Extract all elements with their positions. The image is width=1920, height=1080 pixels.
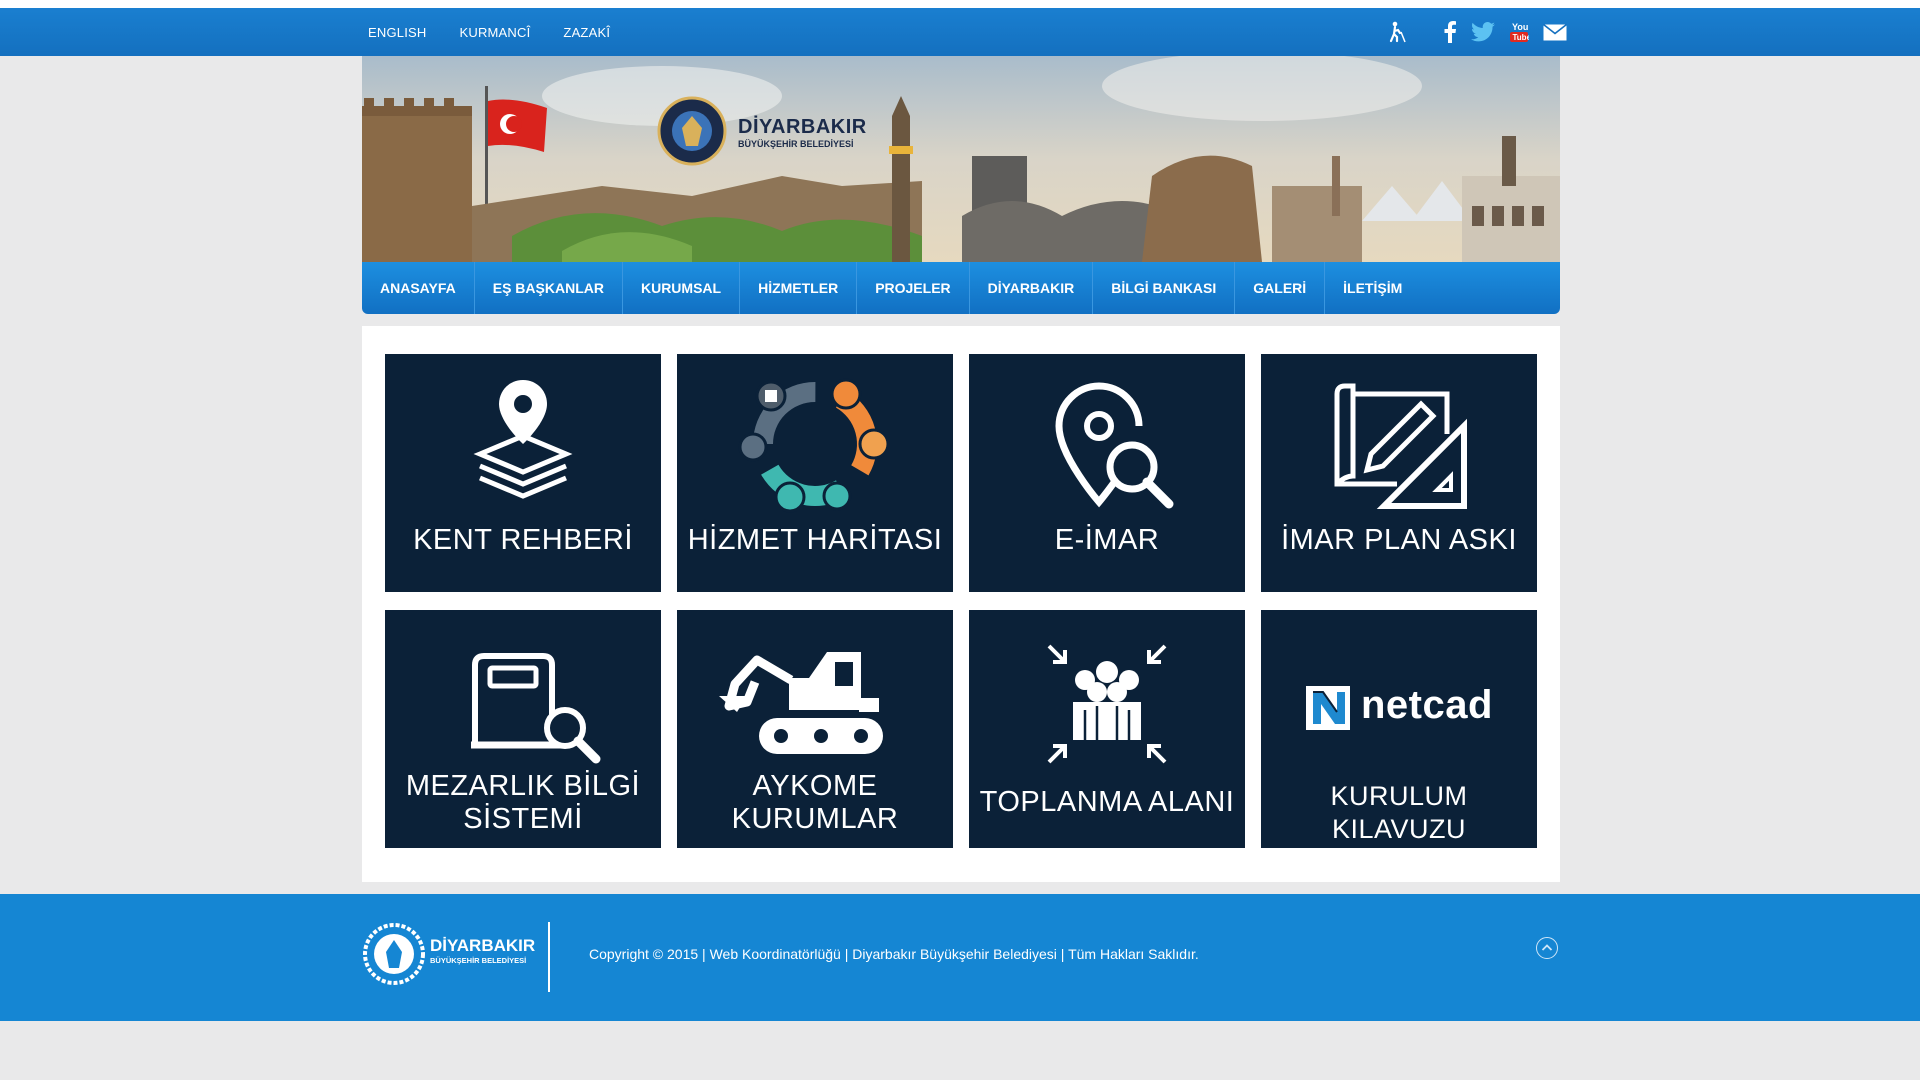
nav-item-bilgi-bankasi[interactable]: BİLGİ BANKASI — [1093, 262, 1236, 314]
nav-item-projeler[interactable]: PROJELER — [857, 262, 970, 314]
tile-toplanma-alani[interactable]: TOPLANMA ALANI — [969, 610, 1245, 848]
svg-text:Tube: Tube — [1513, 33, 1530, 42]
nav-item-iletisim[interactable]: İLETİŞİM — [1325, 262, 1420, 314]
footer-logo-title: DİYARBAKIR — [430, 936, 536, 955]
city-panorama-image — [362, 56, 1560, 262]
tile-label-line2: SİSTEMİ — [463, 803, 583, 835]
tile-label-line1: AYKOME — [752, 770, 878, 802]
nav-item-es-baskanlar[interactable]: EŞ BAŞKANLAR — [475, 262, 623, 314]
youtube-icon[interactable]: You Tube — [1509, 21, 1529, 43]
tile-label: HİZMET HARİTASI — [687, 524, 943, 556]
lang-english-link[interactable]: ENGLISH — [368, 25, 426, 40]
mail-icon[interactable] — [1543, 23, 1567, 41]
tile-netcad-kurulum-kilavuzu[interactable]: netcad KURULUM KILAVUZU — [1261, 610, 1537, 848]
tile-e-imar[interactable]: E-İMAR — [969, 354, 1245, 592]
footer-logo-text: DİYARBAKIR BÜYÜKŞEHİR BELEDİYESİ — [430, 936, 535, 965]
svg-text:You: You — [1512, 22, 1528, 32]
nav-item-galeri[interactable]: GALERİ — [1235, 262, 1326, 314]
netcad-brand-text: netcad — [1361, 683, 1493, 727]
accessibility-icon[interactable] — [1385, 20, 1409, 44]
footer-copyright: Copyright © 2015 | Web Koordinatörlüğü |… — [589, 946, 1199, 962]
banner-logo-title: DİYARBAKIR — [738, 116, 867, 138]
tile-label-line2: KURUMLAR — [731, 803, 899, 835]
footer: DİYARBAKIR BÜYÜKŞEHİR BELEDİYESİ Copyrig… — [0, 894, 1920, 1021]
social-links: You Tube — [1385, 8, 1567, 56]
facebook-icon[interactable] — [1443, 21, 1457, 43]
tile-kent-rehberi[interactable]: KENT REHBERİ — [385, 354, 661, 592]
top-bar: ENGLISH KURMANCÎ ZAZAKÎ You Tube — [0, 8, 1920, 56]
banner-logo-subtitle: BÜYÜKŞEHİR BELEDİYESİ — [738, 139, 854, 149]
tile-mezarlik-bilgi-sistemi[interactable]: MEZARLIK BİLGİ SİSTEMİ — [385, 610, 661, 848]
tile-label: İMAR PLAN ASKI — [1281, 524, 1517, 556]
tile-label: E-İMAR — [1054, 524, 1160, 556]
footer-logo: DİYARBAKIR BÜYÜKŞEHİR BELEDİYESİ — [362, 922, 535, 991]
language-links: ENGLISH KURMANCÎ ZAZAKÎ — [368, 8, 610, 56]
nav-item-hizmetler[interactable]: HİZMETLER — [740, 262, 858, 314]
tile-label: TOPLANMA ALANI — [979, 786, 1235, 818]
scroll-to-top-button[interactable] — [1536, 937, 1558, 959]
services-panel: KENT REHBERİ HİZMET HARİTASI E-İMAR İMAR… — [362, 326, 1560, 882]
tile-hizmet-haritasi[interactable]: HİZMET HARİTASI — [677, 354, 953, 592]
header-banner: DİYARBAKIR BÜYÜKŞEHİR BELEDİYESİ — [362, 56, 1560, 262]
nav-item-diyarbakir[interactable]: DİYARBAKIR — [970, 262, 1094, 314]
nav-item-anasayfa[interactable]: ANASAYFA — [362, 262, 475, 314]
tile-label: KURULUM KILAVUZU — [1330, 781, 1468, 844]
footer-logo-subtitle: BÜYÜKŞEHİR BELEDİYESİ — [430, 956, 527, 965]
twitter-icon[interactable] — [1471, 22, 1495, 42]
tile-label-line1: MEZARLIK BİLGİ — [405, 770, 641, 802]
diyarbakir-logo — [657, 96, 727, 166]
banner-logo-text: DİYARBAKIR BÜYÜKŞEHİR BELEDİYESİ — [738, 116, 867, 149]
tile-imar-plan-aski[interactable]: İMAR PLAN ASKI — [1261, 354, 1537, 592]
footer-emblem-icon — [363, 923, 425, 985]
lang-kurmanci-link[interactable]: KURMANCÎ — [459, 25, 530, 40]
top-strip — [0, 0, 1920, 8]
main-nav: ANASAYFA EŞ BAŞKANLAR KURUMSAL HİZMETLER… — [362, 262, 1560, 314]
chevron-up-icon — [1541, 944, 1553, 951]
lang-zazaki-link[interactable]: ZAZAKÎ — [563, 25, 610, 40]
footer-divider — [548, 922, 550, 992]
nav-item-kurumsal[interactable]: KURUMSAL — [623, 262, 741, 314]
tile-aykome-kurumlar[interactable]: AYKOME KURUMLAR — [677, 610, 953, 848]
tile-label: KENT REHBERİ — [413, 524, 633, 556]
